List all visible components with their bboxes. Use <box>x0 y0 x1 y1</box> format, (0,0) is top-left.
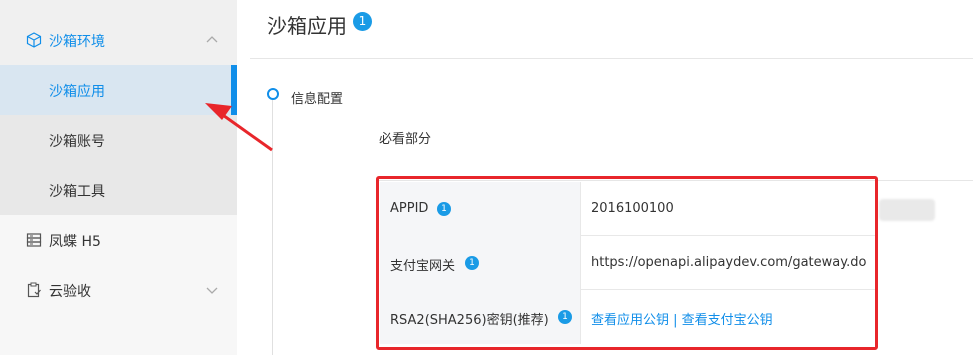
chevron-down-icon[interactable] <box>205 283 219 297</box>
sidebar-item-label: 沙箱工具 <box>49 184 105 200</box>
sidebar-group-label: 沙箱环境 <box>49 34 105 50</box>
server-icon <box>26 233 42 247</box>
sidebar-item-fengdie-h5[interactable]: 凤蝶 H5 <box>0 215 237 265</box>
active-indicator <box>231 65 237 115</box>
step-line <box>272 100 273 355</box>
sidebar-item-cloud-acceptance[interactable]: 云验收 <box>0 265 237 355</box>
page-root: 沙箱环境 沙箱应用 沙箱账号 沙箱工具 凤蝶 H5 云验收 沙箱应用 1 信息配… <box>0 0 973 355</box>
highlight-box <box>376 176 878 350</box>
sidebar-item-sandbox-tools[interactable]: 沙箱工具 <box>0 165 237 215</box>
step-indicator <box>267 88 279 100</box>
sidebar-item-sandbox-account[interactable]: 沙箱账号 <box>0 115 237 165</box>
sidebar-item-label: 凤蝶 H5 <box>49 234 101 250</box>
page-title: 沙箱应用 <box>267 14 347 38</box>
sidebar-group-sandbox[interactable]: 沙箱环境 <box>0 15 237 65</box>
clipboard-icon <box>27 282 41 298</box>
sidebar-item-label: 云验收 <box>49 284 91 300</box>
sidebar-item-sandbox-app[interactable]: 沙箱应用 <box>0 65 237 115</box>
sidebar-item-label: 沙箱账号 <box>49 134 105 150</box>
section-label: 信息配置 <box>291 92 344 107</box>
subsection-label: 必看部分 <box>379 132 432 147</box>
sidebar: 沙箱环境 沙箱应用 沙箱账号 沙箱工具 凤蝶 H5 云验收 <box>0 0 237 355</box>
info-badge[interactable]: 1 <box>353 12 372 31</box>
cube-icon <box>26 32 42 48</box>
divider <box>250 58 973 59</box>
sidebar-item-label: 沙箱应用 <box>49 84 105 100</box>
chevron-up-icon[interactable] <box>205 33 219 47</box>
redacted-mask <box>879 199 935 221</box>
